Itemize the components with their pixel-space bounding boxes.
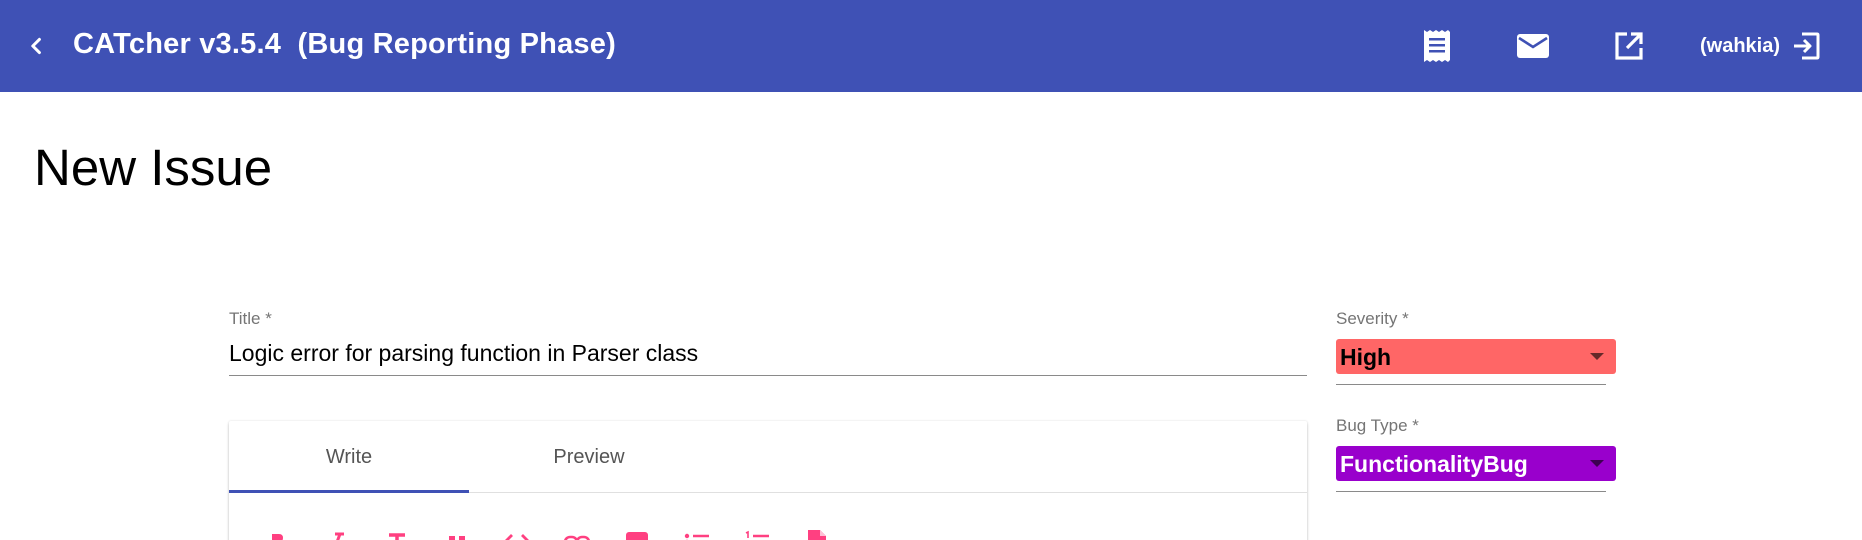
code-button[interactable] — [500, 525, 534, 540]
severity-value: High — [1340, 343, 1392, 370]
numbered-list-button[interactable] — [740, 525, 774, 540]
bulleted-list-button[interactable] — [680, 525, 714, 540]
bug-type-underline — [1336, 491, 1606, 492]
tab-write[interactable]: Write — [229, 421, 469, 493]
severity-label: Severity * — [1336, 309, 1409, 328]
app-toolbar: CATcher v3.5.4 (Bug Reporting Phase) (wa… — [0, 0, 1862, 92]
tab-preview[interactable]: Preview — [469, 421, 709, 493]
logout-button[interactable]: (wahkia) — [1700, 26, 1822, 66]
description-editor: Write Preview — [229, 421, 1307, 540]
italic-button[interactable] — [320, 525, 354, 540]
editor-tabs: Write Preview — [229, 421, 1307, 493]
bug-type-select[interactable]: FunctionalityBug — [1336, 446, 1616, 481]
link-icon — [564, 535, 590, 540]
code-icon — [505, 534, 529, 540]
chevron-down-icon — [1590, 460, 1604, 467]
quote-button[interactable] — [440, 525, 474, 540]
page-title: New Issue — [34, 139, 273, 196]
link-button[interactable] — [560, 525, 594, 540]
bulleted-list-icon — [684, 533, 709, 540]
app-title: CATcher v3.5.4 (Bug Reporting Phase) — [73, 28, 616, 60]
open-in-new-button[interactable] — [1609, 26, 1649, 66]
back-button[interactable] — [16, 24, 56, 68]
bold-icon — [272, 534, 283, 540]
image-button[interactable] — [620, 525, 654, 540]
image-icon — [626, 532, 648, 540]
mail-button[interactable] — [1513, 26, 1553, 66]
title-input-underline — [229, 375, 1307, 376]
bug-type-label: Bug Type * — [1336, 416, 1419, 435]
file-icon — [808, 530, 826, 540]
bold-button[interactable] — [260, 525, 294, 540]
italic-icon — [335, 532, 344, 540]
username: (wahkia) — [1700, 34, 1781, 57]
severity-underline — [1336, 384, 1606, 385]
severity-select[interactable]: High — [1336, 339, 1616, 374]
bug-type-value: FunctionalityBug — [1340, 450, 1528, 477]
active-tab-indicator — [229, 490, 469, 493]
heading-button[interactable] — [380, 525, 414, 540]
heading-icon — [389, 533, 405, 540]
chevron-down-icon — [1590, 353, 1604, 360]
title-label: Title * — [229, 309, 272, 328]
format-toolbar — [229, 521, 1307, 540]
back-arrow-icon — [31, 37, 41, 55]
mail-icon — [1517, 34, 1549, 58]
title-input[interactable]: Logic error for parsing function in Pars… — [229, 339, 698, 367]
open-in-new-icon — [1615, 32, 1643, 60]
logout-icon — [1794, 32, 1820, 60]
receipt-icon — [1424, 30, 1450, 62]
receipt-button[interactable] — [1417, 26, 1457, 66]
file-button[interactable] — [800, 525, 834, 540]
quote-icon — [449, 536, 465, 540]
numbered-list-icon — [745, 530, 769, 538]
